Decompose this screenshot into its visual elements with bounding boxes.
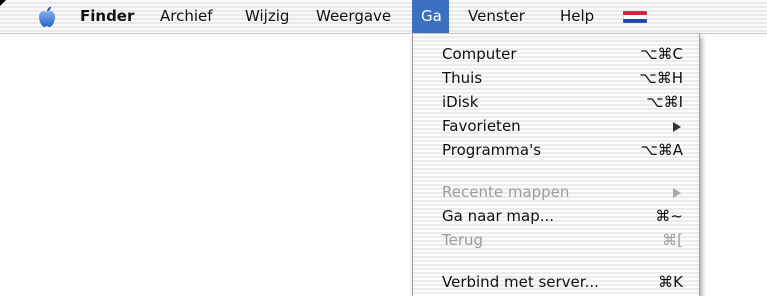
- shortcut-label: ⌘~: [655, 207, 683, 225]
- menu-item-terug: Terug ⌘[: [413, 228, 699, 252]
- menu-item-label: Terug: [442, 231, 484, 249]
- menu-venster[interactable]: Venster: [460, 0, 533, 33]
- menu-item-label: Ga naar map...: [442, 207, 555, 225]
- menu-help[interactable]: Help: [552, 0, 602, 33]
- menu-item-label: iDisk: [442, 93, 479, 111]
- menu-item-label: Thuis: [442, 69, 483, 87]
- menu-finder[interactable]: Finder: [72, 0, 142, 33]
- shortcut-label: ⌥⌘A: [640, 141, 683, 159]
- menu-item-thuis[interactable]: Thuis ⌥⌘H: [413, 66, 699, 90]
- shortcut-label: ⌥⌘I: [646, 93, 683, 111]
- menu-item-programmas[interactable]: Programma's ⌥⌘A: [413, 138, 699, 162]
- submenu-arrow-icon: [673, 188, 681, 198]
- dutch-flag-icon[interactable]: [623, 11, 647, 23]
- menu-item-ga-naar-map[interactable]: Ga naar map... ⌘~: [413, 204, 699, 228]
- screen-corner: [0, 0, 6, 6]
- menu-bar: Finder Archief Wijzig Weergave Ga Venste…: [0, 0, 767, 34]
- menu-item-label: Verbind met server...: [442, 273, 599, 291]
- go-menu-dropdown: Computer ⌥⌘C Thuis ⌥⌘H iDisk ⌥⌘I Favorie…: [412, 34, 700, 296]
- shortcut-label: ⌥⌘C: [640, 45, 683, 63]
- menu-item-label: Favorieten: [442, 117, 521, 135]
- menu-item-label: Programma's: [442, 141, 542, 159]
- shortcut-label: ⌘[: [662, 231, 683, 249]
- menu-archief[interactable]: Archief: [152, 0, 221, 33]
- menu-item-label: Computer: [442, 45, 517, 63]
- menu-item-favorieten[interactable]: Favorieten: [413, 114, 699, 138]
- apple-icon[interactable]: [36, 5, 58, 29]
- submenu-arrow-icon: [673, 122, 681, 132]
- menu-item-label: Recente mappen: [442, 183, 570, 201]
- menu-ga[interactable]: Ga: [412, 0, 449, 33]
- menu-item-computer[interactable]: Computer ⌥⌘C: [413, 42, 699, 66]
- menu-item-idisk[interactable]: iDisk ⌥⌘I: [413, 90, 699, 114]
- shortcut-label: ⌥⌘H: [639, 69, 683, 87]
- menu-weergave[interactable]: Weergave: [308, 0, 399, 33]
- menu-wijzig[interactable]: Wijzig: [237, 0, 297, 33]
- shortcut-label: ⌘K: [658, 273, 683, 291]
- menu-item-recente-mappen: Recente mappen: [413, 180, 699, 204]
- menu-item-verbind-met-server[interactable]: Verbind met server... ⌘K: [413, 270, 699, 294]
